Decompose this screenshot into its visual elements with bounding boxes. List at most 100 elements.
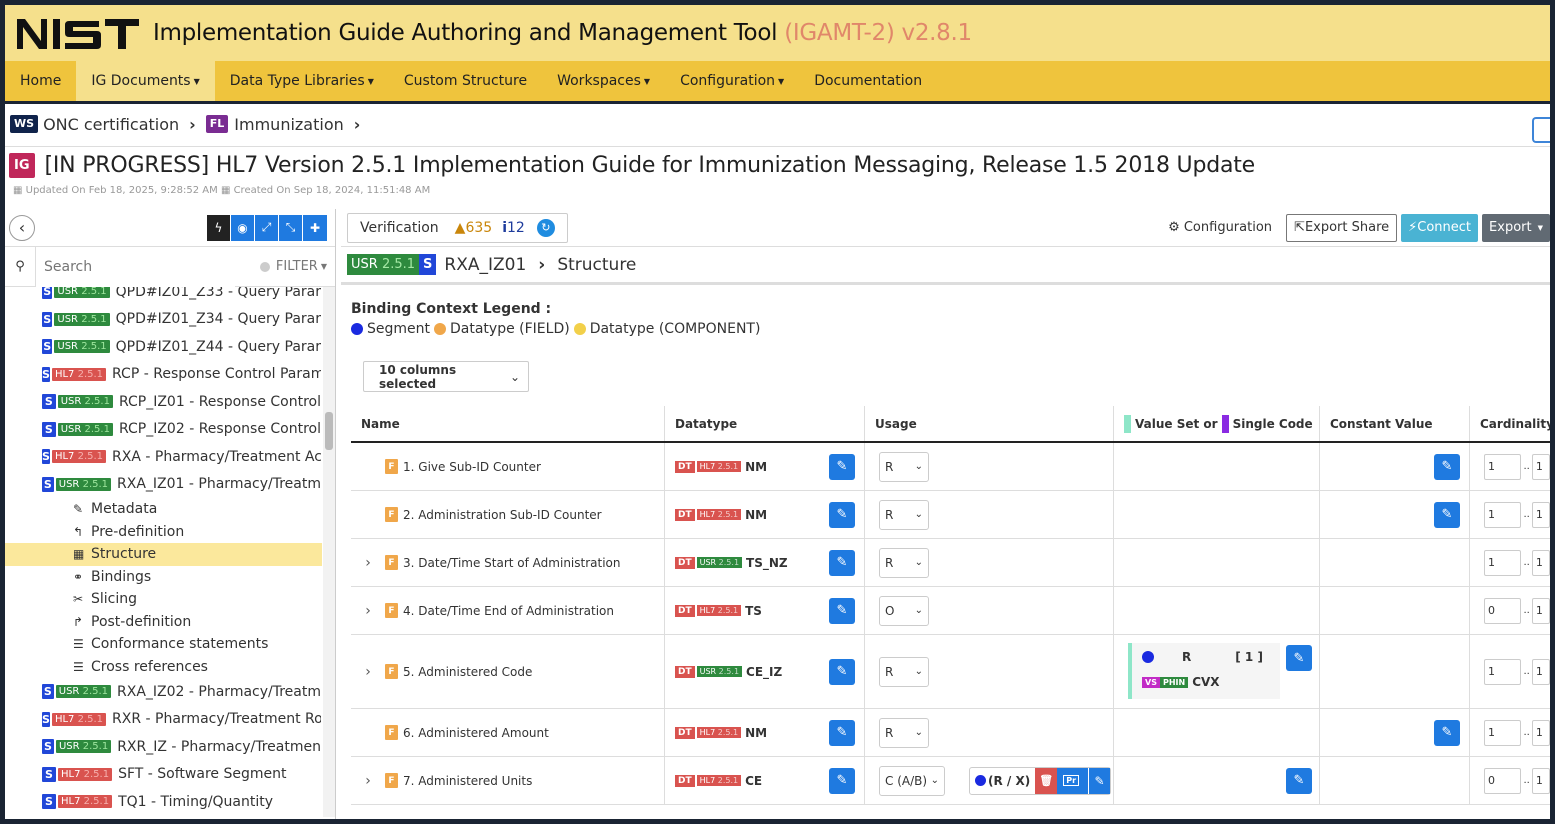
tree-subitem-conformance-statements[interactable]: ☰ Conformance statements	[5, 633, 335, 656]
header-cardinality[interactable]: Cardinality	[1470, 406, 1550, 441]
nav-ig-documents[interactable]: IG Documents ▼	[76, 61, 215, 101]
tree-item-segment[interactable]: S USR 2.5.1 RCP_IZ01 - Response Control	[5, 388, 321, 416]
datatype-badge[interactable]: DT HL7 2.5.1 NM	[675, 460, 767, 474]
cardinality-max-input[interactable]: 1	[1531, 658, 1550, 685]
cardinality-min-input[interactable]: 1	[1484, 501, 1522, 528]
nav-configuration[interactable]: Configuration ▼	[665, 61, 799, 101]
tree-item-segment[interactable]: S HL7 2.5.1 TQ1 - Timing/Quantity	[5, 788, 321, 816]
connect-button[interactable]: ⚡ Connect	[1401, 213, 1479, 242]
expand-chevron-icon[interactable]: ›	[351, 664, 385, 680]
edit-valueset-button[interactable]: ✎	[1286, 767, 1312, 794]
tree-subitem-metadata[interactable]: ✎ Metadata	[5, 498, 335, 521]
usage-select[interactable]: C (A/B) ⌄	[879, 765, 945, 796]
tree-item-segment[interactable]: S USR 2.5.1 RXA_IZ02 - Pharmacy/Treatm	[5, 678, 321, 706]
tree-item-segment[interactable]: S USR 2.5.1 QPD#IZ01_Z34 - Query Parar	[5, 306, 321, 334]
cardinality-max-input[interactable]: 1	[1531, 453, 1550, 480]
usage-select[interactable]: O ⌄	[879, 595, 929, 626]
tree-item-segment[interactable]: S HL7 2.5.1 SFT - Software Segment	[5, 761, 321, 789]
bolt-icon[interactable]: ϟ	[207, 214, 231, 241]
cardinality-min-input[interactable]: 1	[1484, 658, 1522, 685]
header-datatype[interactable]: Datatype	[665, 406, 865, 441]
tree-item-segment[interactable]: S USR 2.5.1 QPD#IZ01_Z44 - Query Parar	[5, 333, 321, 361]
cardinality-min-input[interactable]: 0	[1484, 767, 1522, 794]
edit-valueset-button[interactable]: ✎	[1286, 645, 1312, 671]
cardinality-max-input[interactable]: 1	[1531, 501, 1550, 528]
tree-item-segment[interactable]: S HL7 2.5.1 RXR - Pharmacy/Treatment Ro	[5, 706, 321, 734]
header-constant[interactable]: Constant Value	[1320, 406, 1470, 441]
sidebar-search-input[interactable]	[35, 246, 235, 287]
tree-subitem-slicing[interactable]: ✂ Slicing	[5, 588, 335, 611]
columns-selector[interactable]: 10 columns selected ⌄	[363, 361, 529, 392]
valueset-binding[interactable]: R [ 1 ] VS PHIN CVX	[1128, 643, 1280, 699]
tree-item-segment[interactable]: S USR 2.5.1 RCP_IZ02 - Response Control	[5, 416, 321, 444]
breadcrumb-folder[interactable]: Immunization	[234, 115, 343, 134]
tree-subitem-structure[interactable]: ▦ Structure	[5, 543, 322, 566]
segment-name[interactable]: RXA_IZ01	[444, 255, 526, 275]
scrollbar-thumb[interactable]	[325, 412, 333, 450]
edit-datatype-button[interactable]: ✎	[829, 658, 855, 685]
refresh-icon[interactable]: ↻	[536, 218, 555, 237]
datatype-badge[interactable]: DT HL7 2.5.1 NM	[675, 726, 767, 740]
tree-item-segment[interactable]: S USR 2.5.1 QPD#IZ01_Z33 - Query Parar	[5, 287, 321, 306]
edit-constant-button[interactable]: ✎	[1434, 453, 1460, 480]
datatype-badge[interactable]: DT HL7 2.5.1 NM	[675, 508, 767, 522]
cardinality-min-input[interactable]: 1	[1484, 549, 1522, 576]
nav-workspaces[interactable]: Workspaces ▼	[542, 61, 665, 101]
usage-select[interactable]: R ⌄	[879, 717, 929, 748]
info-count[interactable]: i12	[502, 220, 525, 236]
add-icon[interactable]: ✚	[303, 214, 327, 241]
cardinality-min-input[interactable]: 0	[1484, 597, 1522, 624]
edit-constant-button[interactable]: ✎	[1434, 719, 1460, 746]
tree-item-segment[interactable]: S USR 2.5.1 RXA_IZ01 - Pharmacy/Treatm	[5, 471, 321, 499]
datatype-badge[interactable]: DT HL7 2.5.1 TS	[675, 604, 762, 618]
edit-datatype-button[interactable]: ✎	[829, 453, 855, 480]
pencil-icon[interactable]: ✎	[1088, 767, 1111, 794]
trash-icon[interactable]: 🗑	[1035, 767, 1058, 794]
usage-select[interactable]: R ⌄	[879, 656, 929, 687]
tree-subitem-pre-definition[interactable]: ↰ Pre-definition	[5, 521, 335, 544]
nist-logo[interactable]	[13, 11, 143, 55]
header-valueset[interactable]: Value Set or Single Code	[1114, 406, 1320, 441]
breadcrumb-workspace[interactable]: ONC certification	[43, 115, 179, 134]
tree-item-segment[interactable]: S HL7 2.5.1 RCP - Response Control Param	[5, 361, 321, 389]
edit-datatype-button[interactable]: ✎	[829, 767, 855, 794]
conditional-predicate[interactable]: (R / X)	[970, 774, 1035, 788]
sidebar-scrollbar[interactable]	[323, 287, 335, 817]
tree-subitem-post-definition[interactable]: ↱ Post-definition	[5, 611, 335, 634]
nav-data-type-libraries[interactable]: Data Type Libraries ▼	[215, 61, 389, 101]
edit-datatype-button[interactable]: ✎	[829, 549, 855, 576]
cardinality-min-input[interactable]: 1	[1484, 719, 1522, 746]
header-name[interactable]: Name	[351, 406, 665, 441]
cardinality-min-input[interactable]: 1	[1484, 453, 1522, 480]
filter-dropdown[interactable]: FILTER ▼	[259, 259, 327, 274]
expand-chevron-icon[interactable]: ›	[351, 773, 385, 789]
usage-select[interactable]: R ⌄	[879, 451, 929, 482]
verification-widget[interactable]: Verification ▲635 i12 ↻	[347, 212, 568, 243]
datatype-badge[interactable]: DT USR 2.5.1 TS_NZ	[675, 556, 788, 570]
cardinality-max-input[interactable]: 1	[1531, 549, 1550, 576]
warning-count[interactable]: ▲635	[455, 220, 493, 236]
tree-item-segment[interactable]: S HL7 2.5.1 RXA - Pharmacy/Treatment Ac	[5, 443, 321, 471]
predicate-button[interactable]: Pr	[1057, 767, 1089, 794]
collapse-icon[interactable]: ⤡	[279, 214, 303, 241]
nav-custom-structure[interactable]: Custom Structure	[389, 61, 542, 101]
expand-chevron-icon[interactable]: ›	[351, 603, 385, 619]
edit-datatype-button[interactable]: ✎	[829, 501, 855, 528]
nav-home[interactable]: Home	[5, 61, 76, 101]
export-share-button[interactable]: ⇱ Export Share	[1286, 213, 1398, 242]
nav-documentation[interactable]: Documentation	[799, 61, 937, 101]
header-usage[interactable]: Usage	[865, 406, 1114, 441]
tree-item-segment[interactable]: S USR 2.5.1 RXR_IZ - Pharmacy/Treatmen	[5, 733, 321, 761]
expand-icon[interactable]: ⤢	[255, 214, 279, 241]
target-icon[interactable]: ◉	[231, 214, 255, 241]
edit-datatype-button[interactable]: ✎	[829, 597, 855, 624]
cardinality-max-input[interactable]: 1	[1531, 767, 1550, 794]
edit-constant-button[interactable]: ✎	[1434, 501, 1460, 528]
export-button[interactable]: Export ▼	[1482, 213, 1550, 242]
expand-chevron-icon[interactable]: ›	[351, 555, 385, 571]
cardinality-max-input[interactable]: 1	[1531, 719, 1550, 746]
usage-select[interactable]: R ⌄	[879, 499, 929, 530]
usage-select[interactable]: R ⌄	[879, 547, 929, 578]
configuration-button[interactable]: ⚙ Configuration	[1168, 220, 1272, 235]
cardinality-max-input[interactable]: 1	[1531, 597, 1550, 624]
